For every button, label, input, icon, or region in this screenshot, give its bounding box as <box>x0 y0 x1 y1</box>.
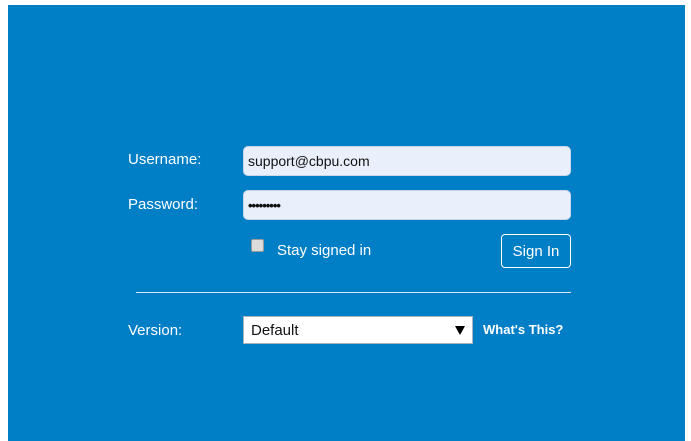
version-select[interactable]: Default <box>243 316 473 344</box>
version-selected: Default <box>251 321 299 339</box>
sign-in-label: Sign In <box>512 242 560 260</box>
password-value: ••••••••• <box>248 197 281 213</box>
divider <box>136 292 571 293</box>
version-label: Version: <box>128 322 183 339</box>
username-value: support@cbpu.com <box>248 153 370 169</box>
stay-signed-in-checkbox[interactable] <box>251 239 264 252</box>
password-field[interactable]: ••••••••• <box>243 190 571 220</box>
dropdown-arrow-icon <box>455 325 465 335</box>
sign-in-button[interactable]: Sign In <box>501 234 571 268</box>
login-panel: Username: support@cbpu.com Password: •••… <box>8 5 685 441</box>
password-label: Password: <box>128 196 199 213</box>
whats-this-link[interactable]: What's This? <box>483 322 563 337</box>
username-label: Username: <box>128 151 202 168</box>
stay-signed-in-label[interactable]: Stay signed in <box>277 242 371 260</box>
username-field[interactable]: support@cbpu.com <box>243 146 571 176</box>
